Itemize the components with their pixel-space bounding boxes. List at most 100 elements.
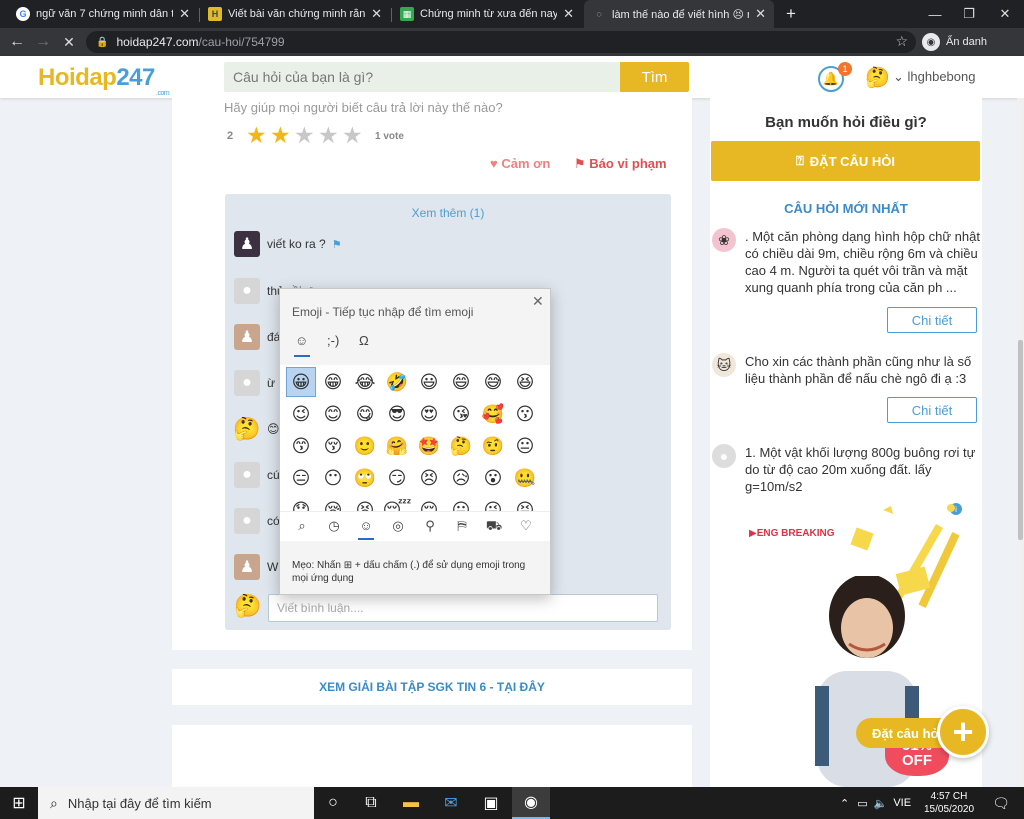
search-button[interactable]: Tìm (620, 62, 689, 92)
emoji-cell[interactable]: 😐 (510, 431, 540, 461)
default-avatar-icon[interactable]: ● (234, 508, 260, 534)
plus-icon[interactable]: + (937, 706, 989, 758)
minimize-icon[interactable]: — (918, 0, 952, 28)
emoji-cell[interactable]: 😚 (318, 431, 348, 461)
star-icon[interactable]: ★ (294, 122, 315, 149)
chrome-icon[interactable]: ◉ (512, 787, 550, 819)
emoji-cell[interactable]: 🤨 (478, 431, 508, 461)
celebration-icon[interactable]: ⚲ (420, 518, 440, 534)
chevron-up-icon[interactable]: ⌃ (840, 797, 849, 810)
emoji-cell[interactable]: 😍 (414, 399, 444, 429)
people-icon[interactable]: ◎ (388, 518, 408, 534)
thanks-button[interactable]: ♥ Cảm ơn (490, 156, 550, 171)
commenter-avatar[interactable]: ♟ (234, 324, 260, 350)
emoji-cell[interactable]: 😌 (414, 495, 444, 511)
emoji-cell[interactable]: 😗 (510, 399, 540, 429)
commenter-avatar[interactable]: ♟ (234, 231, 260, 257)
asker-avatar[interactable]: ❀ (712, 228, 736, 252)
emoji-cell[interactable]: 😴 (382, 495, 412, 511)
back-icon[interactable]: ← (6, 32, 28, 52)
heart-icon[interactable]: ♡ (516, 518, 536, 534)
action-center-icon[interactable]: 🗨 (986, 787, 1016, 819)
star-icon[interactable]: ★ (318, 122, 339, 149)
user-avatar[interactable]: 🤔 (865, 66, 890, 90)
comment-input[interactable]: Viết bình luận.... (268, 594, 658, 622)
question-text[interactable]: . Một căn phòng dạng hình hộp chữ nhật c… (745, 228, 980, 296)
emoji-cell[interactable]: 🤐 (510, 463, 540, 493)
browser-tab[interactable]: G ngữ văn 7 chứng minh dân tộc ✕ (8, 0, 198, 28)
emoji-cell[interactable]: 😣 (414, 463, 444, 493)
forward-icon[interactable]: → (32, 32, 54, 52)
emoji-cell[interactable]: 🤣 (382, 367, 412, 397)
search-icon[interactable]: ⌕ (292, 518, 312, 534)
emoji-cell[interactable]: 🤔 (446, 431, 476, 461)
emoji-cell[interactable]: 😏 (382, 463, 412, 493)
star-icon[interactable]: ★ (270, 122, 291, 149)
close-tab-icon[interactable]: ✕ (371, 6, 382, 22)
store-icon[interactable]: ▣ (472, 787, 510, 819)
ask-question-button[interactable]: ⍰ ĐẶT CÂU HỎI (711, 141, 980, 181)
emoji-cell[interactable]: 😆 (510, 367, 540, 397)
emoji-cell[interactable]: 🙄 (350, 463, 380, 493)
emoji-cell[interactable]: 😁 (318, 367, 348, 397)
question-search-input[interactable]: Câu hỏi của bạn là gì? (224, 62, 620, 92)
default-avatar-icon[interactable]: ● (234, 370, 260, 396)
report-button[interactable]: ⚑ Báo vi phạm (574, 156, 667, 172)
stop-loading-icon[interactable]: ✕ (58, 32, 80, 52)
emoji-cell[interactable]: 😄 (446, 367, 476, 397)
cortana-icon[interactable]: ○ (314, 787, 352, 819)
volume-icon[interactable]: 🔈 (874, 797, 888, 810)
default-avatar-icon[interactable]: ● (234, 462, 260, 488)
file-explorer-icon[interactable]: ▬ (392, 787, 430, 819)
emoji-cell[interactable]: 😛 (446, 495, 476, 511)
emoji-cell[interactable]: 😙 (286, 431, 316, 461)
restore-icon[interactable]: ❐ (952, 0, 986, 28)
emoji-cell[interactable]: 😀 (286, 367, 316, 397)
question-text[interactable]: 1. Một vật khối lượng 800g buông rơi tự … (745, 444, 980, 495)
close-window-icon[interactable]: ✕ (988, 0, 1022, 28)
emoji-cell[interactable]: 😯 (286, 495, 316, 511)
close-icon[interactable]: ✕ (532, 293, 544, 310)
food-icon[interactable]: ⛿ (452, 518, 472, 534)
emoji-cell[interactable]: 😑 (286, 463, 316, 493)
default-avatar-icon[interactable]: ● (712, 444, 736, 468)
clock[interactable]: 4:57 CH 15/05/2020 (924, 790, 974, 816)
url-field[interactable]: 🔒 hoidap247.com/cau-hoi/754799 ☆ (86, 31, 916, 53)
site-logo[interactable]: Hoidap247 .com (38, 64, 170, 97)
kaomoji-tab[interactable]: ;-) (327, 333, 339, 348)
see-more-comments-link[interactable]: Xem thêm (1) (225, 206, 671, 220)
emoji-cell[interactable]: 😅 (478, 367, 508, 397)
sgk-banner-link[interactable]: XEM GIẢI BÀI TẬP SGK TIN 6 - TẠI ĐÂY (172, 669, 692, 705)
close-tab-icon[interactable]: ✕ (563, 6, 574, 22)
transport-icon[interactable]: ⛟ (484, 518, 504, 536)
emoji-cell[interactable]: 😫 (350, 495, 380, 511)
close-tab-icon[interactable]: ✕ (755, 6, 766, 22)
browser-tab[interactable]: ▦ Chứng minh từ xưa đến nay ông ✕ (392, 0, 582, 28)
emoji-cell[interactable]: 😉 (286, 399, 316, 429)
emoji-avatar[interactable]: 🤔 (234, 416, 260, 442)
emoji-cell[interactable]: 😎 (382, 399, 412, 429)
task-view-icon[interactable]: ⧉ (352, 787, 390, 819)
emoji-cell[interactable]: 🤗 (382, 431, 412, 461)
emoji-cell[interactable]: 😂 (350, 367, 380, 397)
scrollbar-thumb[interactable] (1018, 340, 1023, 540)
user-menu[interactable]: ⌄ lhghbebong (893, 69, 975, 85)
emoji-cell[interactable]: 😪 (318, 495, 348, 511)
taskbar-search-input[interactable]: ⌕ Nhập tại đây để tìm kiếm (38, 787, 314, 819)
emoji-cell[interactable]: 🙂 (350, 431, 380, 461)
emoji-cell[interactable]: 😘 (446, 399, 476, 429)
emoji-cell[interactable]: 🤩 (414, 431, 444, 461)
close-tab-icon[interactable]: ✕ (179, 6, 190, 22)
emoji-cell[interactable]: 😜 (478, 495, 508, 511)
detail-button[interactable]: Chi tiết (887, 307, 977, 333)
emoji-cell[interactable]: 😊 (318, 399, 348, 429)
smiley-icon[interactable]: ☺ (356, 518, 376, 533)
windows-start-icon[interactable]: ⊞ (0, 787, 38, 819)
emoji-cell[interactable]: 😃 (414, 367, 444, 397)
mail-icon[interactable]: ✉ (432, 787, 470, 819)
new-tab-button[interactable]: + (778, 0, 804, 28)
emoji-cell[interactable]: 😶 (318, 463, 348, 493)
bookmark-star-icon[interactable]: ☆ (895, 33, 908, 50)
emoji-cell[interactable]: 😋 (350, 399, 380, 429)
emoji-cell[interactable]: 😥 (446, 463, 476, 493)
